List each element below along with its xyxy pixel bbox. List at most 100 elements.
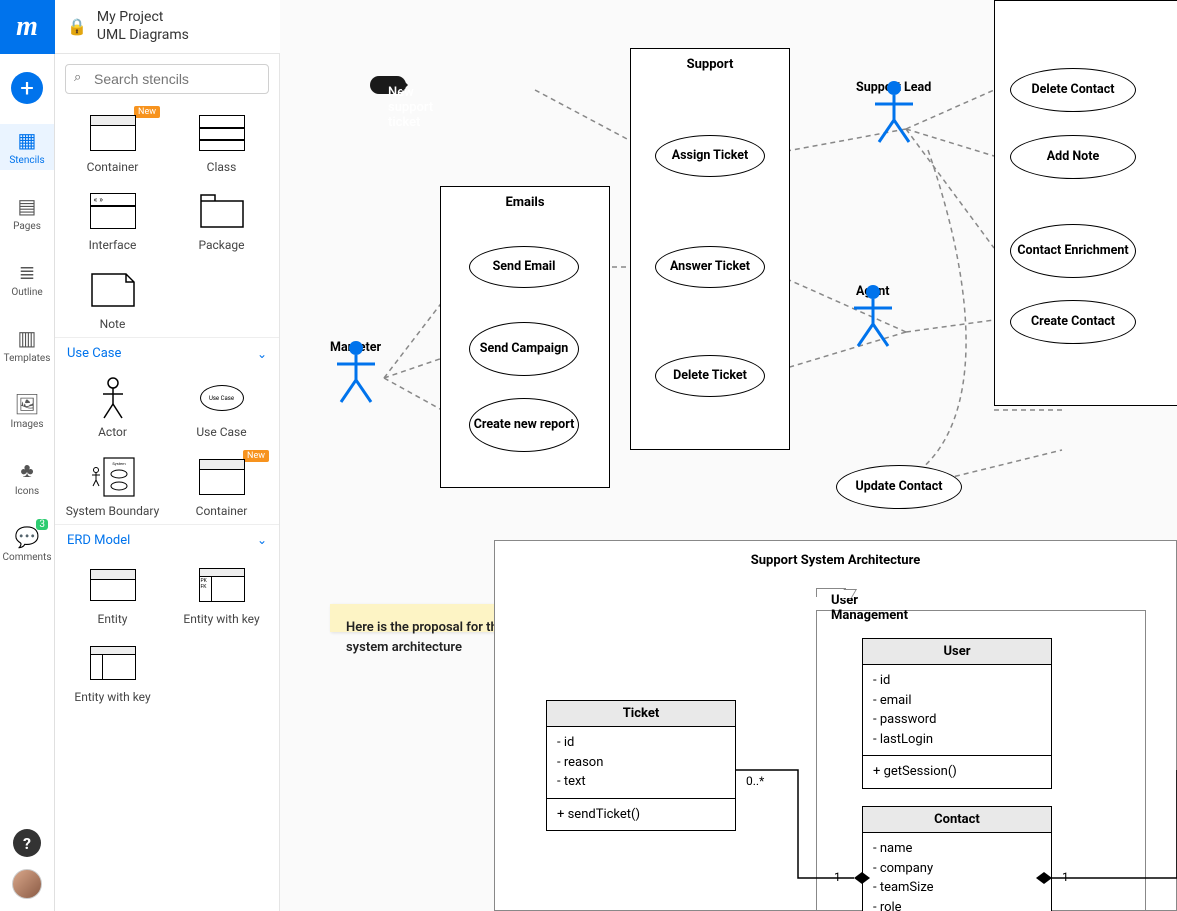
class-name: User	[863, 639, 1051, 665]
system-contacts[interactable]	[994, 0, 1177, 406]
stencil-label: System Boundary	[66, 504, 160, 518]
stencil-system-boundary[interactable]: System System Boundary	[59, 448, 166, 524]
stencil-label: Interface	[89, 238, 137, 252]
class-ops: + getSession()	[863, 756, 1051, 788]
rail-pages[interactable]: ▤ Pages	[0, 190, 54, 236]
rail-templates[interactable]: ▥ Templates	[0, 322, 54, 368]
stencil-interface[interactable]: Interface	[59, 182, 166, 258]
rail-label: Images	[10, 419, 43, 430]
rail-icons[interactable]: ♣ Icons	[0, 454, 54, 501]
usecase-answer-ticket[interactable]: Answer Ticket	[655, 246, 765, 288]
stencil-container-2[interactable]: New Container	[168, 448, 275, 524]
comments-badge: 3	[36, 519, 48, 530]
rail-label: Stencils	[9, 155, 44, 166]
stencil-label: Class	[207, 160, 237, 174]
app-logo[interactable]: m	[0, 0, 55, 54]
usecase-create-contact[interactable]: Create Contact	[1010, 300, 1136, 344]
usecase-assign-ticket[interactable]: Assign Ticket	[655, 135, 765, 177]
rail-comments[interactable]: 3 💬 Comments	[0, 521, 54, 567]
stencil-label: Actor	[98, 425, 127, 439]
section-label: ERD Model	[67, 533, 130, 548]
actor-agent[interactable]: Agent	[856, 282, 890, 299]
rail-outline[interactable]: ≣ Outline	[0, 256, 54, 302]
canvas[interactable]: New support ticket Emails Send Email Sen…	[280, 0, 1177, 911]
svg-text:System: System	[112, 461, 126, 466]
usecase-create-report[interactable]: Create new report	[469, 398, 579, 452]
rail-stencils[interactable]: ▦ Stencils	[0, 124, 54, 170]
chevron-down-icon: ⌄	[257, 347, 267, 361]
lock-icon: 🔒	[67, 17, 87, 36]
stencil-package[interactable]: Package	[168, 182, 275, 258]
class-attrs: - id - reason - text	[547, 727, 735, 799]
new-badge: New	[134, 106, 160, 118]
rail-label: Pages	[13, 221, 41, 232]
tooltip-new-ticket: New support ticket	[370, 76, 406, 94]
multiplicity: 0..*	[746, 774, 764, 788]
new-badge: New	[243, 450, 269, 462]
stencil-label: Entity	[98, 612, 128, 626]
tooltip-text: New support ticket	[388, 85, 433, 130]
outline-icon: ≣	[19, 260, 36, 284]
stencil-entity-key[interactable]: PKFK Entity with key	[168, 556, 275, 632]
frame-tab: User Management	[816, 588, 846, 597]
stencil-entity[interactable]: Entity	[59, 556, 166, 632]
user-avatar[interactable]	[12, 869, 42, 899]
stencil-actor[interactable]: Actor	[59, 369, 166, 445]
stencil-usecase[interactable]: Use Case Use Case	[168, 369, 275, 445]
usecase-delete-ticket[interactable]: Delete Ticket	[655, 355, 765, 397]
class-contact[interactable]: Contact - name - company - teamSize - ro…	[862, 806, 1052, 911]
stencil-label: Entity with key	[74, 690, 150, 704]
stencil-label: Package	[198, 238, 244, 252]
frame-title: Support System Architecture	[495, 553, 1176, 568]
icons-icon: ♣	[20, 458, 33, 483]
stencil-panel: ⌕ New Container Class Interface Package …	[55, 54, 280, 911]
help-button[interactable]: ?	[13, 829, 41, 857]
stencil-note[interactable]: Note	[59, 261, 166, 337]
system-title: Emails	[441, 195, 609, 210]
stencil-label: Use Case	[196, 425, 246, 439]
class-name: Ticket	[547, 701, 735, 727]
class-attrs: - name - company - teamSize - role	[863, 833, 1051, 911]
chevron-down-icon: ⌄	[257, 533, 267, 547]
class-ops: + sendTicket()	[547, 799, 735, 831]
pages-icon: ▤	[18, 194, 37, 218]
multiplicity: 1	[834, 870, 841, 884]
usecase-update-contact[interactable]: Update Contact	[836, 465, 962, 509]
stencil-entity-key-2[interactable]: Entity with key	[59, 634, 166, 710]
usecase-delete-contact[interactable]: Delete Contact	[1010, 68, 1136, 112]
search-input[interactable]	[65, 64, 269, 94]
class-user[interactable]: User - id - email - password - lastLogin…	[862, 638, 1052, 789]
multiplicity: 1	[1062, 870, 1069, 884]
add-button[interactable]: +	[11, 72, 43, 104]
actor-marketer[interactable]: Marketer	[330, 338, 381, 355]
rail-label: Comments	[2, 552, 51, 563]
system-title: Support	[631, 57, 789, 72]
project-subtitle: UML Diagrams	[97, 27, 189, 45]
left-rail: m + ▦ Stencils ▤ Pages ≣ Outline ▥ Templ…	[0, 0, 55, 911]
usecase-send-campaign[interactable]: Send Campaign	[469, 322, 579, 376]
search-icon: ⌕	[74, 70, 81, 85]
class-ticket[interactable]: Ticket - id - reason - text + sendTicket…	[546, 700, 736, 831]
stencil-label: Entity with key	[183, 612, 259, 626]
project-title[interactable]: My Project UML Diagrams	[97, 9, 189, 44]
images-icon: 🖼	[14, 392, 39, 416]
usecase-add-note[interactable]: Add Note	[1010, 135, 1136, 179]
stencil-label: Note	[100, 317, 126, 331]
class-attrs: - id - email - password - lastLogin	[863, 665, 1051, 756]
usecase-send-email[interactable]: Send Email	[469, 246, 579, 288]
section-usecase[interactable]: Use Case ⌄	[55, 337, 279, 369]
rail-label: Icons	[15, 486, 39, 497]
rail-images[interactable]: 🖼 Images	[0, 388, 54, 434]
rail-label: Templates	[4, 353, 51, 364]
class-name: Contact	[863, 807, 1051, 833]
usecase-contact-enrichment[interactable]: Contact Enrichment	[1010, 224, 1136, 278]
templates-icon: ▥	[18, 326, 37, 350]
stencil-label: Container	[196, 504, 248, 518]
project-name: My Project	[97, 9, 189, 27]
section-label: Use Case	[67, 346, 121, 361]
actor-support-lead[interactable]: Support Lead	[856, 78, 931, 95]
section-erd[interactable]: ERD Model ⌄	[55, 524, 279, 556]
stencils-icon: ▦	[18, 128, 37, 152]
stencil-class[interactable]: Class	[168, 104, 275, 180]
stencil-container[interactable]: New Container	[59, 104, 166, 180]
